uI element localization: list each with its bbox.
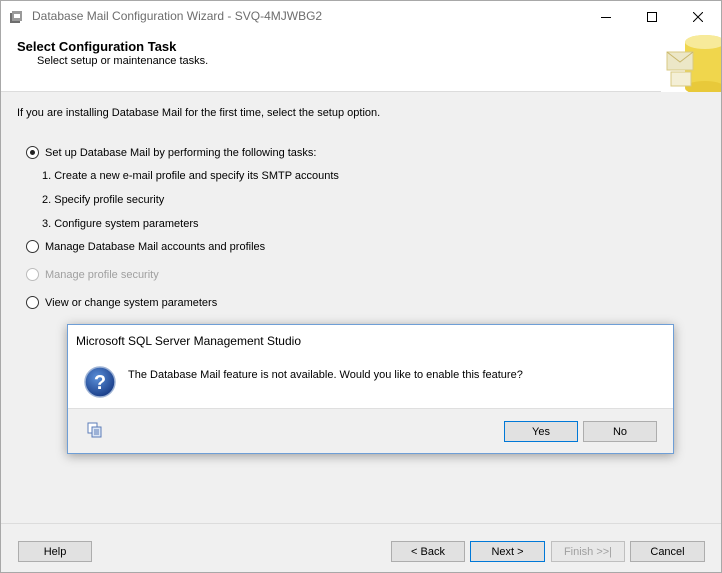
option-view-system-parameters[interactable]: View or change system parameters xyxy=(26,296,217,309)
setup-step: 1. Create a new e-mail profile and speci… xyxy=(42,170,339,182)
cancel-button[interactable]: Cancel xyxy=(630,541,705,562)
page-subtitle: Select setup or maintenance tasks. xyxy=(37,55,209,67)
minimize-button[interactable] xyxy=(583,1,629,32)
no-button[interactable]: No xyxy=(583,421,657,442)
option-label: View or change system parameters xyxy=(45,296,218,309)
wizard-app-icon xyxy=(10,11,22,23)
wizard-window: Database Mail Configuration Wizard - SVQ… xyxy=(0,0,722,573)
option-manage-profile-security: Manage profile security xyxy=(26,268,159,281)
window-title: Database Mail Configuration Wizard - SVQ… xyxy=(32,9,323,23)
page-header: Select Configuration Task Select setup o… xyxy=(1,32,721,92)
close-icon xyxy=(693,11,703,22)
dialog-title-bar: Microsoft SQL Server Management Studio xyxy=(68,325,673,356)
option-setup-database-mail[interactable]: Set up Database Mail by performing the f… xyxy=(26,146,316,159)
option-label: Manage profile security xyxy=(45,268,159,281)
setup-step: 3. Configure system parameters xyxy=(42,218,199,230)
svg-text:?: ? xyxy=(94,372,106,394)
setup-step: 2. Specify profile security xyxy=(42,194,165,206)
copy-icon[interactable] xyxy=(87,422,103,438)
page-title: Select Configuration Task xyxy=(17,39,177,54)
option-label: Set up Database Mail by performing the f… xyxy=(45,146,317,159)
footer-divider xyxy=(1,523,721,524)
close-button[interactable] xyxy=(675,1,721,32)
radio-button[interactable] xyxy=(26,296,39,309)
back-button[interactable]: < Back xyxy=(391,541,465,562)
radio-button-disabled xyxy=(26,268,39,281)
finish-button: Finish >>| xyxy=(551,541,625,562)
intro-text: If you are installing Database Mail for … xyxy=(17,107,381,119)
option-manage-accounts-profiles[interactable]: Manage Database Mail accounts and profil… xyxy=(26,240,265,253)
radio-button[interactable] xyxy=(26,240,39,253)
next-button[interactable]: Next > xyxy=(470,541,545,562)
question-icon: ? xyxy=(84,366,116,398)
dialog-message-area: ? The Database Mail feature is not avail… xyxy=(68,356,673,409)
minimize-icon xyxy=(601,16,611,18)
title-bar: Database Mail Configuration Wizard - SVQ… xyxy=(1,1,721,32)
yes-button[interactable]: Yes xyxy=(504,421,578,442)
maximize-button[interactable] xyxy=(629,1,675,32)
dialog-title: Microsoft SQL Server Management Studio xyxy=(76,334,301,348)
database-mail-banner-icon xyxy=(661,32,721,92)
maximize-icon xyxy=(647,11,657,22)
radio-button-selected[interactable] xyxy=(26,146,39,159)
enable-feature-dialog: Microsoft SQL Server Management Studio ?… xyxy=(67,324,674,454)
help-button[interactable]: Help xyxy=(18,541,92,562)
wizard-body: If you are installing Database Mail for … xyxy=(1,93,721,523)
dialog-message: The Database Mail feature is not availab… xyxy=(128,369,523,381)
option-label: Manage Database Mail accounts and profil… xyxy=(45,240,266,253)
